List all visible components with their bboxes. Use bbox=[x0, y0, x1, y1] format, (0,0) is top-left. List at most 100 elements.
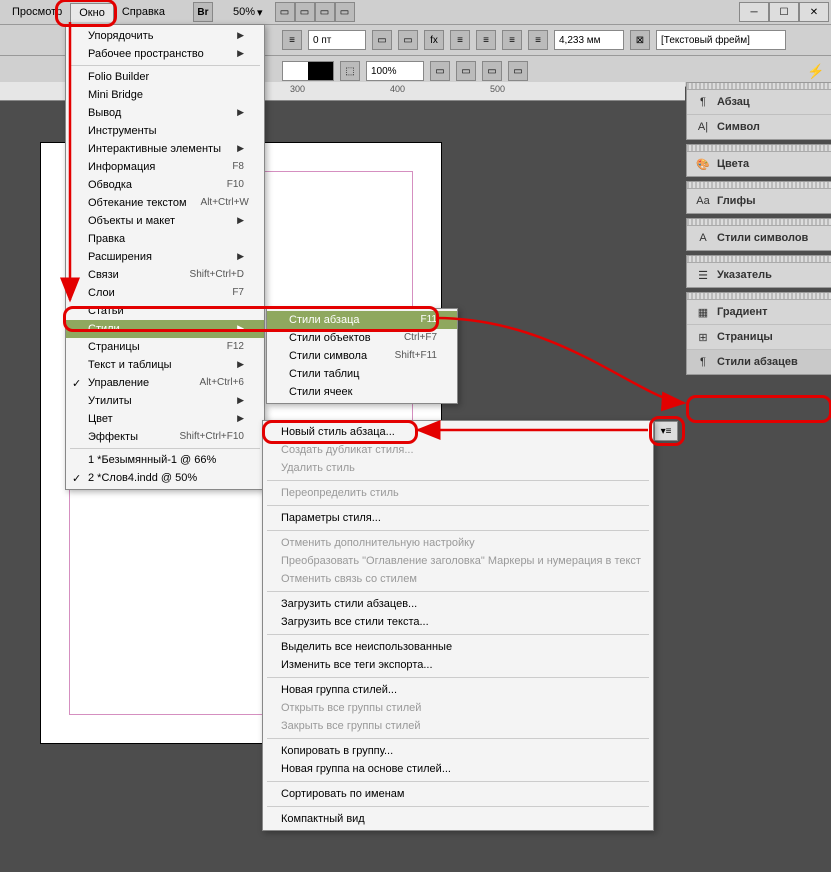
context-menu-item: Переопределить стиль bbox=[263, 484, 653, 502]
context-menu-item: Удалить стиль bbox=[263, 459, 653, 477]
panel-tab[interactable]: ¶Стили абзацев bbox=[687, 350, 831, 374]
context-menu-item: Создать дубликат стиля... bbox=[263, 441, 653, 459]
menu-item[interactable]: Folio Builder bbox=[66, 68, 264, 86]
menu-item[interactable]: ОбводкаF10 bbox=[66, 176, 264, 194]
panel-tab[interactable]: ☰Указатель bbox=[687, 263, 831, 287]
menu-item[interactable]: Объекты и макет▶ bbox=[66, 212, 264, 230]
menu-item[interactable]: Утилиты▶ bbox=[66, 392, 264, 410]
context-menu-item[interactable]: Параметры стиля... bbox=[263, 509, 653, 527]
panel-tab[interactable]: AСтили символов bbox=[687, 226, 831, 250]
tool-b-icon[interactable]: ▭ bbox=[398, 30, 418, 50]
stroke-pt[interactable]: 0 пт bbox=[308, 30, 366, 50]
stroke-icon[interactable]: ≡ bbox=[282, 30, 302, 50]
menu-item[interactable]: Mini Bridge bbox=[66, 86, 264, 104]
context-menu-item[interactable]: Компактный вид bbox=[263, 810, 653, 828]
menu-item[interactable]: Обтекание текстомAlt+Ctrl+W bbox=[66, 194, 264, 212]
menu-item[interactable]: ЭффектыShift+Ctrl+F10 bbox=[66, 428, 264, 446]
align2-icon[interactable]: ≡ bbox=[476, 30, 496, 50]
menu-item[interactable]: Инструменты bbox=[66, 122, 264, 140]
panel-label: Градиент bbox=[717, 306, 768, 318]
menu-help[interactable]: Справка bbox=[114, 3, 173, 21]
panel-icon: Aa bbox=[695, 194, 711, 208]
maximize-button[interactable]: ☐ bbox=[769, 2, 799, 22]
misc3-icon[interactable]: ▭ bbox=[482, 61, 502, 81]
align-icon[interactable]: ≡ bbox=[450, 30, 470, 50]
tool-a-icon[interactable]: ▭ bbox=[372, 30, 392, 50]
context-menu-item: Открыть все группы стилей bbox=[263, 699, 653, 717]
context-menu-item[interactable]: Загрузить все стили текста... bbox=[263, 613, 653, 631]
scale-field[interactable]: 100% bbox=[366, 61, 424, 81]
panel-icon: ⊞ bbox=[695, 330, 711, 344]
screen-mode-icon[interactable]: ▭ bbox=[275, 2, 295, 22]
panel-tab[interactable]: 🎨Цвета bbox=[687, 152, 831, 176]
menu-item[interactable]: СлоиF7 bbox=[66, 284, 264, 302]
submenu-item[interactable]: Стили абзацаF11 bbox=[267, 311, 457, 329]
menu-item[interactable]: Текст и таблицы▶ bbox=[66, 356, 264, 374]
menu-item[interactable]: ИнформацияF8 bbox=[66, 158, 264, 176]
panel-label: Глифы bbox=[717, 195, 755, 207]
arrange3-icon[interactable]: ▭ bbox=[335, 2, 355, 22]
context-menu-item[interactable]: Загрузить стили абзацев... bbox=[263, 595, 653, 613]
menu-item[interactable]: Расширения▶ bbox=[66, 248, 264, 266]
align4-icon[interactable]: ≡ bbox=[528, 30, 548, 50]
menu-item[interactable]: 1 *Безымянный-1 @ 66% bbox=[66, 451, 264, 469]
menu-item[interactable]: Упорядочить▶ bbox=[66, 27, 264, 45]
align3-icon[interactable]: ≡ bbox=[502, 30, 522, 50]
menu-item[interactable]: СтраницыF12 bbox=[66, 338, 264, 356]
paragraph-styles-flyout-menu: Новый стиль абзаца...Создать дубликат ст… bbox=[262, 420, 654, 831]
arrange-icon[interactable]: ▭ bbox=[295, 2, 315, 22]
mm-field[interactable]: 4,233 мм bbox=[554, 30, 624, 50]
misc2-icon[interactable]: ▭ bbox=[456, 61, 476, 81]
panel-label: Указатель bbox=[717, 269, 772, 281]
misc4-icon[interactable]: ▭ bbox=[508, 61, 528, 81]
zoom-level[interactable]: 50% bbox=[233, 6, 255, 18]
frame-type-icon[interactable]: ⊠ bbox=[630, 30, 650, 50]
panel-group: ☰Указатель bbox=[686, 255, 831, 288]
menu-item[interactable]: Статьи bbox=[66, 302, 264, 320]
menu-item[interactable]: Цвет▶ bbox=[66, 410, 264, 428]
panel-flyout-button[interactable]: ▾≡ bbox=[654, 421, 678, 441]
panel-tab[interactable]: A|Символ bbox=[687, 115, 831, 139]
menu-item[interactable]: Вывод▶ bbox=[66, 104, 264, 122]
panel-group: 🎨Цвета bbox=[686, 144, 831, 177]
panel-icon: A| bbox=[695, 120, 711, 134]
textframe-field[interactable]: [Текстовый фрейм] bbox=[656, 30, 786, 50]
panel-icon: A bbox=[695, 231, 711, 245]
panel-tab[interactable]: ⊞Страницы bbox=[687, 325, 831, 350]
context-menu-item[interactable]: Новая группа стилей... bbox=[263, 681, 653, 699]
submenu-item[interactable]: Стили объектовCtrl+F7 bbox=[267, 329, 457, 347]
fx-icon[interactable]: fx bbox=[424, 30, 444, 50]
submenu-item[interactable]: Стили ячеек bbox=[267, 383, 457, 401]
menu-item[interactable]: СвязиShift+Ctrl+D bbox=[66, 266, 264, 284]
menu-item[interactable]: ✓2 *Слов4.indd @ 50% bbox=[66, 469, 264, 487]
misc1-icon[interactable]: ▭ bbox=[430, 61, 450, 81]
bridge-icon[interactable]: Br bbox=[193, 2, 213, 22]
context-menu-item[interactable]: Сортировать по именам bbox=[263, 785, 653, 803]
context-menu-item[interactable]: Копировать в группу... bbox=[263, 742, 653, 760]
lightning-icon[interactable]: ⚡ bbox=[807, 62, 825, 80]
context-menu-item: Преобразовать "Оглавление заголовка" Мар… bbox=[263, 552, 653, 570]
menu-view[interactable]: Просмотр bbox=[4, 3, 70, 21]
panel-tab[interactable]: ▦Градиент bbox=[687, 300, 831, 325]
panel-tab[interactable]: Aa Глифы bbox=[687, 189, 831, 213]
scale-icon[interactable]: ⬚ bbox=[340, 61, 360, 81]
menu-window[interactable]: Окно bbox=[70, 3, 114, 22]
context-menu-item[interactable]: Выделить все неиспользованные bbox=[263, 638, 653, 656]
menu-item[interactable]: Правка bbox=[66, 230, 264, 248]
menu-item[interactable]: Интерактивные элементы▶ bbox=[66, 140, 264, 158]
submenu-item[interactable]: Стили таблиц bbox=[267, 365, 457, 383]
context-menu-item[interactable]: Новый стиль абзаца... bbox=[263, 423, 653, 441]
menu-item[interactable]: Стили▶ bbox=[66, 320, 264, 338]
arrange2-icon[interactable]: ▭ bbox=[315, 2, 335, 22]
minimize-button[interactable]: ─ bbox=[739, 2, 769, 22]
panel-tab[interactable]: ¶Абзац bbox=[687, 90, 831, 115]
context-menu-item[interactable]: Новая группа на основе стилей... bbox=[263, 760, 653, 778]
right-panel-dock: ¶АбзацA|Символ 🎨Цвета Aa Глифы AСтили символ… bbox=[686, 82, 831, 375]
menu-item[interactable]: ✓УправлениеAlt+Ctrl+6 bbox=[66, 374, 264, 392]
menu-item[interactable]: Рабочее пространство▶ bbox=[66, 45, 264, 63]
menubar: Просмотр Окно Справка Br 50% ▾ ▭ ▭ ▭ ▭ К… bbox=[0, 0, 831, 25]
context-menu-item[interactable]: Изменить все теги экспорта... bbox=[263, 656, 653, 674]
submenu-item[interactable]: Стили символаShift+F11 bbox=[267, 347, 457, 365]
close-button[interactable]: ✕ bbox=[799, 2, 829, 22]
swatch-fill-stroke[interactable] bbox=[282, 61, 334, 81]
